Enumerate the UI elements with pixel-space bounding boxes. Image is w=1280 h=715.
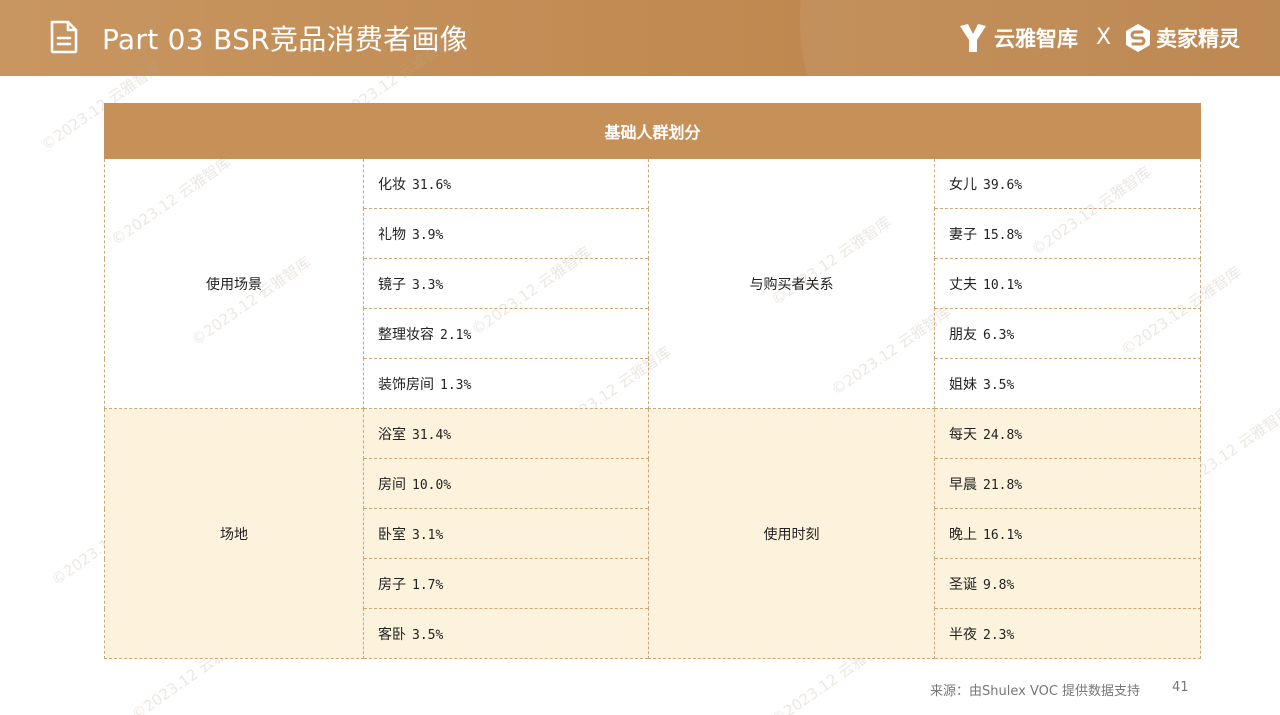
item-value: 3.1% <box>412 527 444 543</box>
item-value: 16.1% <box>983 527 1023 543</box>
item-label: 妻子 <box>949 226 977 243</box>
category-usage-scene: 使用场景 <box>104 158 364 409</box>
item-value: 24.8% <box>983 427 1023 443</box>
audience-table: 基础人群划分 使用场景 化妆 31.6% 与购买者关系 女儿 39.6% 礼物 3.9… <box>103 103 1202 659</box>
item-value: 2.3% <box>983 627 1015 643</box>
item-value: 21.8% <box>983 477 1023 493</box>
table-cell: 女儿 39.6% <box>933 158 1202 209</box>
item-label: 晚上 <box>949 526 977 543</box>
page-number: 41 <box>1172 680 1189 695</box>
brand-separator: X <box>1096 25 1112 50</box>
item-label: 化妆 <box>378 176 406 193</box>
brand-yunya-label: 云雅智库 <box>994 27 1078 51</box>
item-label: 朋友 <box>949 326 977 343</box>
category-usage-time: 使用时刻 <box>648 408 935 659</box>
item-value: 3.5% <box>983 377 1015 393</box>
item-label: 客卧 <box>378 626 406 643</box>
item-value: 6.3% <box>983 327 1015 343</box>
brand-yunya: 云雅智库 <box>958 22 1078 54</box>
document-icon <box>50 20 78 54</box>
table-cell: 丈夫 10.1% <box>933 258 1202 309</box>
table-cell: 卧室 3.1% <box>363 508 649 559</box>
item-label: 早晨 <box>949 476 977 493</box>
item-value: 2.1% <box>440 327 472 343</box>
item-value: 39.6% <box>983 177 1023 193</box>
source-note: 来源：由Shulex VOC 提供数据支持 <box>930 684 1141 699</box>
item-value: 1.3% <box>440 377 472 393</box>
item-label: 整理妆容 <box>378 326 434 343</box>
brand-maijia: 卖家精灵 <box>1124 22 1240 54</box>
table-cell: 半夜 2.3% <box>933 608 1202 659</box>
table-row: 使用场景 化妆 31.6% 与购买者关系 女儿 39.6% <box>104 158 1202 409</box>
header-bar: Part 03 BSR竞品消费者画像 云雅智库 X 卖家精灵 <box>0 0 1280 76</box>
item-label: 圣诞 <box>949 576 977 593</box>
table-cell: 整理妆容 2.1% <box>363 308 649 359</box>
item-label: 装饰房间 <box>378 376 434 393</box>
item-value: 3.5% <box>412 627 444 643</box>
table-cell: 晚上 16.1% <box>933 508 1202 559</box>
table-cell: 房间 10.0% <box>363 458 649 509</box>
yunya-logo-icon <box>960 24 986 52</box>
item-label: 丈夫 <box>949 276 977 293</box>
item-label: 姐妹 <box>949 376 977 393</box>
item-label: 半夜 <box>949 626 977 643</box>
item-label: 每天 <box>949 426 977 443</box>
table-cell: 姐妹 3.5% <box>933 358 1202 409</box>
table-cell: 装饰房间 1.3% <box>363 358 649 409</box>
table-cell: 镜子 3.3% <box>363 258 649 309</box>
item-value: 15.8% <box>983 227 1023 243</box>
table-cell: 圣诞 9.8% <box>933 558 1202 609</box>
table-cell: 早晨 21.8% <box>933 458 1202 509</box>
item-label: 浴室 <box>378 426 406 443</box>
table-cell: 礼物 3.9% <box>363 208 649 259</box>
table-cell: 客卧 3.5% <box>363 608 649 659</box>
item-label: 卧室 <box>378 526 406 543</box>
item-value: 3.9% <box>412 227 444 243</box>
table-cell: 房子 1.7% <box>363 558 649 609</box>
maijia-logo-icon <box>1126 24 1150 52</box>
item-value: 10.0% <box>412 477 452 493</box>
item-value: 10.1% <box>983 277 1023 293</box>
item-value: 9.8% <box>983 577 1015 593</box>
brand-maijia-label: 卖家精灵 <box>1156 27 1240 51</box>
item-value: 31.6% <box>412 177 452 193</box>
item-label: 礼物 <box>378 226 406 243</box>
table-cell: 每天 24.8% <box>933 408 1202 459</box>
table-cell: 妻子 15.8% <box>933 208 1202 259</box>
table-cell: 化妆 31.6% <box>363 158 649 209</box>
item-label: 镜子 <box>378 276 406 293</box>
item-label: 女儿 <box>949 176 977 193</box>
item-value: 31.4% <box>412 427 452 443</box>
page-title: Part 03 BSR竞品消费者画像 <box>102 23 469 56</box>
table-title: 基础人群划分 <box>103 103 1202 159</box>
table-cell: 浴室 31.4% <box>363 408 649 459</box>
item-label: 房间 <box>378 476 406 493</box>
table-row: 场地 浴室 31.4% 使用时刻 每天 24.8% <box>104 408 1202 659</box>
category-buyer-relation: 与购买者关系 <box>648 158 935 409</box>
item-value: 3.3% <box>412 277 444 293</box>
item-label: 房子 <box>378 576 406 593</box>
item-value: 1.7% <box>412 577 444 593</box>
category-venue: 场地 <box>104 408 364 659</box>
table-cell: 朋友 6.3% <box>933 308 1202 359</box>
